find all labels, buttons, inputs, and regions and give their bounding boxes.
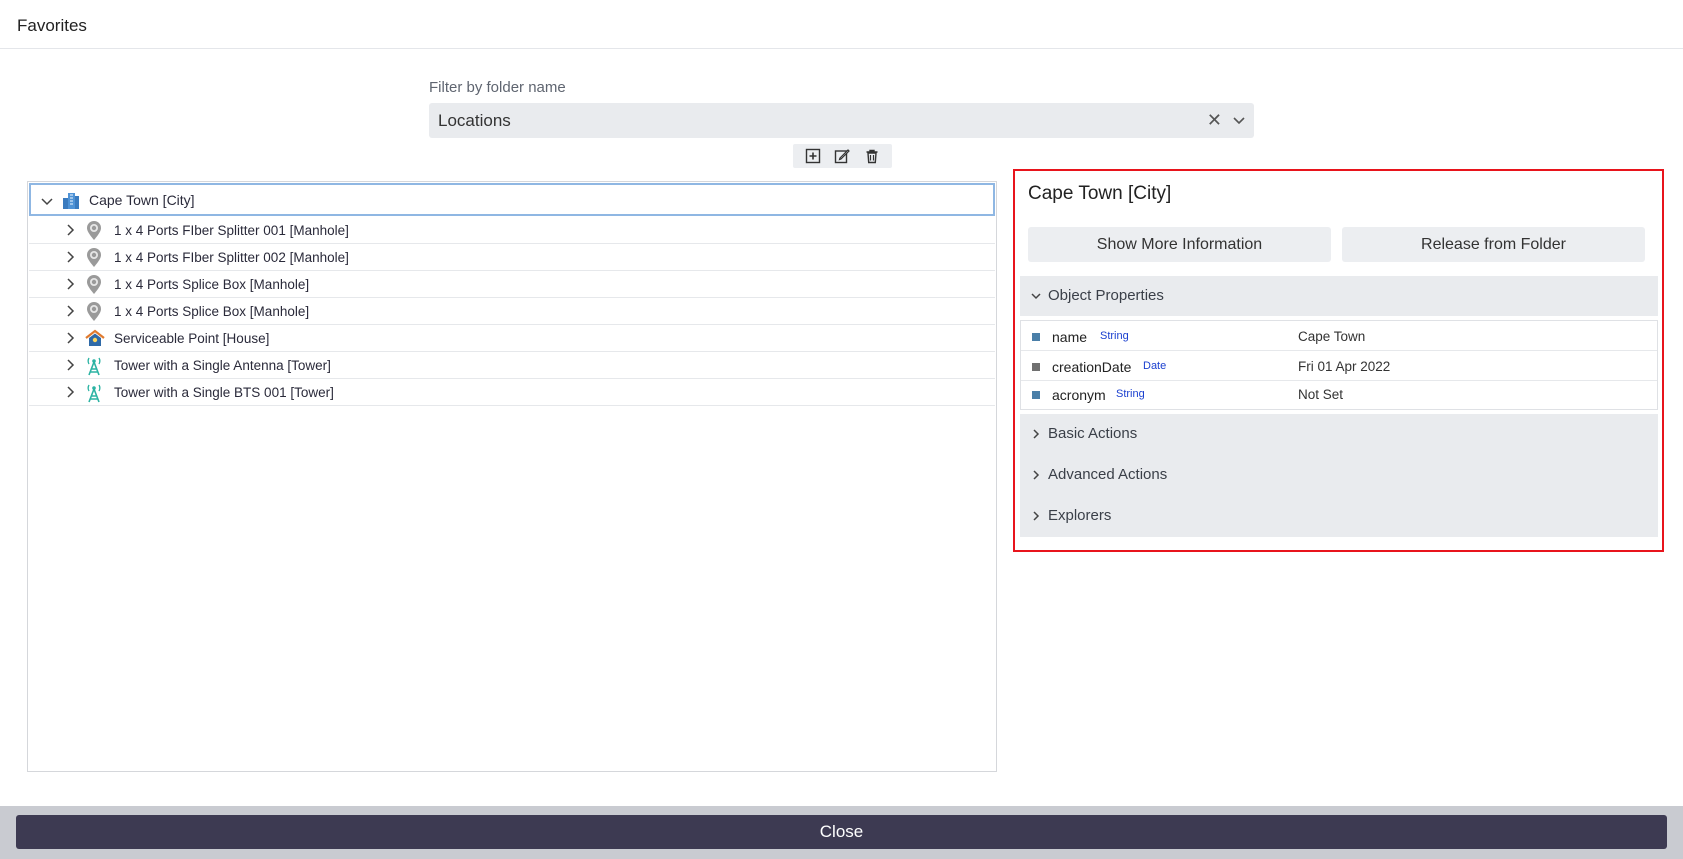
tree-item[interactable]: 1 x 4 Ports FIber Splitter 001 [Manhole] <box>29 217 995 244</box>
property-name: creationDate <box>1052 359 1132 375</box>
favorites-tree: Cape Town [City] 1 x 4 Ports FIber Split… <box>27 181 997 772</box>
property-type: Date <box>1143 360 1167 372</box>
section-label: Object Properties <box>1048 287 1164 304</box>
tower-icon <box>85 383 103 408</box>
chevron-right-icon[interactable] <box>63 358 77 377</box>
basic-actions-section[interactable]: Basic Actions <box>1020 414 1658 454</box>
tree-root-item[interactable]: Cape Town [City] <box>29 183 995 216</box>
property-row[interactable]: creationDate Date Fri 01 Apr 2022 <box>1021 352 1657 381</box>
dialog-footer: Close <box>0 806 1683 859</box>
chevron-right-icon <box>1030 509 1042 527</box>
release-from-folder-button[interactable]: Release from Folder <box>1342 227 1645 262</box>
tree-item[interactable]: Tower with a Single BTS 001 [Tower] <box>29 379 995 406</box>
city-icon <box>61 190 81 215</box>
chevron-right-icon <box>1030 468 1042 486</box>
property-type-marker <box>1032 363 1040 371</box>
property-row[interactable]: acronym String Not Set <box>1021 380 1657 409</box>
chevron-right-icon[interactable] <box>63 250 77 269</box>
folder-toolbar <box>793 144 892 168</box>
property-type-marker <box>1032 333 1040 341</box>
tree-item[interactable]: Serviceable Point [House] <box>29 325 995 352</box>
property-name: name <box>1052 329 1088 345</box>
edit-icon[interactable] <box>832 146 852 166</box>
properties-table: name String Cape Town creationDate Date … <box>1020 320 1658 410</box>
property-name: acronym <box>1052 387 1106 403</box>
clear-icon[interactable]: ✕ <box>1207 110 1222 131</box>
tree-item[interactable]: 1 x 4 Ports Splice Box [Manhole] <box>29 298 995 325</box>
tree-item-label: 1 x 4 Ports FIber Splitter 002 [Manhole] <box>114 250 349 265</box>
tree-item-label: 1 x 4 Ports Splice Box [Manhole] <box>114 304 310 319</box>
house-icon <box>85 329 105 352</box>
detail-title: Cape Town [City] <box>1028 183 1172 204</box>
chevron-right-icon[interactable] <box>63 223 77 242</box>
object-detail-panel: Cape Town [City] Show More Information R… <box>1013 169 1664 552</box>
section-label: Advanced Actions <box>1048 466 1168 483</box>
chevron-right-icon[interactable] <box>63 304 77 323</box>
chevron-down-icon[interactable] <box>1231 112 1247 128</box>
section-label: Basic Actions <box>1048 425 1138 442</box>
chevron-down-icon[interactable] <box>40 194 54 213</box>
manhole-pin-icon <box>85 221 103 246</box>
chevron-down-icon <box>1030 289 1042 307</box>
manhole-pin-icon <box>85 275 103 300</box>
tree-item[interactable]: 1 x 4 Ports FIber Splitter 002 [Manhole] <box>29 244 995 271</box>
dialog-header: Favorites <box>0 0 1683 49</box>
property-value: Fri 01 Apr 2022 <box>1298 359 1391 374</box>
tree-item-label: 1 x 4 Ports Splice Box [Manhole] <box>114 277 310 292</box>
tower-icon <box>85 356 103 381</box>
chevron-right-icon[interactable] <box>63 385 77 404</box>
explorers-section[interactable]: Explorers <box>1020 496 1658 536</box>
manhole-pin-icon <box>85 248 103 273</box>
tree-item-label: Cape Town [City] <box>89 192 195 208</box>
filter-label: Filter by folder name <box>429 79 566 96</box>
property-value: Cape Town <box>1298 329 1366 344</box>
tree-item-label: Tower with a Single Antenna [Tower] <box>114 358 331 373</box>
filter-selected-value: Locations <box>438 111 511 130</box>
property-type: String <box>1100 330 1129 342</box>
advanced-actions-section[interactable]: Advanced Actions <box>1020 455 1658 495</box>
tree-item-label: Tower with a Single BTS 001 [Tower] <box>114 385 334 400</box>
chevron-right-icon <box>1030 427 1042 445</box>
action-sections: Basic Actions Advanced Actions Explorers <box>1020 414 1658 537</box>
tree-item[interactable]: 1 x 4 Ports Splice Box [Manhole] <box>29 271 995 298</box>
property-type: String <box>1116 388 1145 400</box>
property-value: Not Set <box>1298 387 1344 402</box>
tree-item-label: 1 x 4 Ports FIber Splitter 001 [Manhole] <box>114 223 349 238</box>
property-type-marker <box>1032 391 1040 399</box>
add-square-icon[interactable] <box>803 146 823 166</box>
chevron-right-icon[interactable] <box>63 277 77 296</box>
show-more-information-button[interactable]: Show More Information <box>1028 227 1331 262</box>
tree-item[interactable]: Tower with a Single Antenna [Tower] <box>29 352 995 379</box>
manhole-pin-icon <box>85 302 103 327</box>
close-button[interactable]: Close <box>16 815 1667 849</box>
folder-filter-select[interactable]: Locations ✕ <box>429 103 1254 138</box>
chevron-right-icon[interactable] <box>63 331 77 350</box>
property-row[interactable]: name String Cape Town <box>1021 322 1657 351</box>
dialog-title: Favorites <box>17 16 87 35</box>
tree-item-label: Serviceable Point [House] <box>114 331 270 346</box>
object-properties-section[interactable]: Object Properties <box>1020 276 1658 316</box>
section-label: Explorers <box>1048 507 1112 524</box>
trash-icon[interactable] <box>862 146 882 166</box>
